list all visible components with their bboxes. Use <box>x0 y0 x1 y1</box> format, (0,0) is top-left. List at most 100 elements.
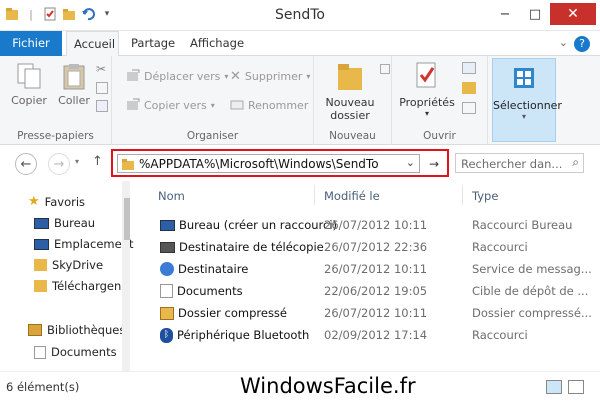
clipboard-group-label: Presse-papiers <box>17 130 94 142</box>
skydrive-icon <box>34 259 47 271</box>
move-to-label: Déplacer vers <box>144 69 221 83</box>
open-icon[interactable] <box>462 62 476 74</box>
mail-recipient-icon <box>160 262 174 276</box>
file-type: Service de messag... <box>472 262 592 276</box>
move-to-icon <box>127 69 140 81</box>
maximize-button[interactable]: □ <box>520 3 550 25</box>
sidebar-item-label: Bibliothèques <box>47 323 126 337</box>
file-type: Dossier compressé... <box>472 306 592 320</box>
minimize-button[interactable]: − <box>490 3 520 25</box>
properties-icon <box>416 62 436 88</box>
select-button[interactable]: Sélectionner ▾ <box>492 58 562 142</box>
recent-locations-icon[interactable]: ▾ <box>75 157 79 166</box>
chevron-down-icon[interactable]: ⌄ <box>406 156 415 169</box>
recent-places-icon <box>34 238 49 250</box>
copy-to-button[interactable]: Copier vers ▾ <box>126 98 215 112</box>
file-type: Raccourci <box>472 240 528 254</box>
sidebar-item-recent-places[interactable]: Emplacement <box>34 237 133 251</box>
tab-share[interactable]: Partage <box>124 31 182 56</box>
file-name: Destinataire de télécopie <box>179 240 324 254</box>
rename-button[interactable]: Renommer <box>230 98 308 112</box>
close-button[interactable]: ✕ <box>550 3 596 25</box>
copy-button[interactable]: Copier <box>8 62 50 107</box>
search-icon[interactable]: ⌕ <box>572 155 579 170</box>
copy-label: Copier <box>11 94 47 107</box>
search-input[interactable]: Rechercher dan... ⌕ <box>455 153 584 173</box>
copy-to-label: Copier vers <box>144 98 207 112</box>
move-to-button[interactable]: Déplacer vers ▾ <box>126 69 228 83</box>
tab-view[interactable]: Affichage <box>183 31 251 56</box>
properties-button[interactable]: Propriétés ▾ <box>396 60 458 118</box>
address-bar[interactable]: %APPDATA%\Microsoft\Windows\SendTo ⌄ <box>117 154 420 173</box>
fax-icon <box>160 241 175 253</box>
file-list: Nom Modifié le Type Bureau (créer un rac… <box>134 181 600 371</box>
sidebar-item-favorites[interactable]: ★ Favoris <box>28 194 85 209</box>
rename-label: Renommer <box>248 98 309 112</box>
details-view-icon[interactable] <box>546 380 562 394</box>
edit-icon[interactable] <box>462 82 476 94</box>
copy-icon <box>17 63 41 89</box>
help-icon[interactable]: ? <box>574 36 590 52</box>
copy-path-icon[interactable] <box>96 82 108 94</box>
column-header-modified[interactable]: Modifié le <box>324 189 380 203</box>
clipboard-group: Copier Coller ✂ Presse-papiers <box>0 56 112 145</box>
sidebar-item-label: Documents <box>51 345 117 359</box>
sidebar-item-documents[interactable]: Documents <box>34 345 117 359</box>
paste-button[interactable]: Coller <box>54 62 94 107</box>
paste-shortcut-icon[interactable] <box>96 100 108 112</box>
address-path[interactable]: %APPDATA%\Microsoft\Windows\SendTo <box>139 157 379 171</box>
new-item-icon[interactable] <box>380 64 390 74</box>
organize-group: Déplacer vers ▾ Copier vers ▾ ✕ Supprimer ▾… <box>112 56 314 145</box>
paste-label: Coller <box>58 94 90 107</box>
file-type: Raccourci Bureau <box>472 218 573 232</box>
libraries-icon <box>28 324 42 336</box>
tab-file[interactable]: Fichier <box>0 31 62 56</box>
new-folder-button[interactable]: Nouveau dossier <box>318 60 382 122</box>
new-folder-label-2: dossier <box>330 109 370 122</box>
delete-icon: ✕ <box>230 69 241 84</box>
rename-icon <box>230 100 244 110</box>
title-bar: | ▾ SendTo − □ ✕ <box>0 0 600 31</box>
column-header-type[interactable]: Type <box>472 189 498 203</box>
file-name: Documents <box>177 284 243 298</box>
desktop-shortcut-icon <box>160 219 175 231</box>
history-icon[interactable] <box>462 102 476 114</box>
forward-button[interactable]: → <box>48 153 70 175</box>
sidebar-item-libraries[interactable]: Bibliothèques <box>28 323 125 337</box>
column-divider[interactable] <box>462 185 463 205</box>
sidebar-item-label: SkyDrive <box>52 258 104 272</box>
sidebar-item-desktop[interactable]: Bureau <box>34 216 95 230</box>
up-button[interactable]: ↑ <box>92 154 103 169</box>
star-icon: ★ <box>28 194 40 209</box>
file-name: Périphérique Bluetooth <box>177 328 310 342</box>
back-button[interactable]: ← <box>15 153 37 175</box>
file-date: 26/07/2012 10:11 <box>324 218 428 232</box>
sidebar-item-downloads[interactable]: Téléchargen <box>34 279 121 293</box>
file-name: Destinataire <box>178 262 249 276</box>
watermark: WindowsFacile.fr <box>240 374 416 398</box>
file-type: Raccourci <box>472 328 528 342</box>
sidebar-item-skydrive[interactable]: SkyDrive <box>34 258 103 272</box>
new-folder-icon <box>338 64 362 90</box>
paste-icon <box>63 64 85 90</box>
column-divider[interactable] <box>314 185 315 205</box>
large-icons-view-icon[interactable] <box>568 380 584 394</box>
documents-icon <box>160 284 173 298</box>
new-folder-label-1: Nouveau <box>325 96 375 109</box>
file-date: 26/07/2012 10:11 <box>324 306 428 320</box>
tab-home[interactable]: Accueil <box>66 31 119 57</box>
organize-group-label: Organiser <box>186 130 239 142</box>
open-group: Propriétés ▾ Ouvrir <box>392 56 488 145</box>
desktop-icon <box>34 217 49 229</box>
column-header-name[interactable]: Nom <box>158 189 185 203</box>
zip-folder-icon <box>160 306 174 320</box>
sidebar-scrollbar-thumb[interactable] <box>124 198 130 240</box>
chevron-down-icon[interactable]: ⌄ <box>559 36 568 49</box>
sidebar-item-label: Bureau <box>54 216 96 230</box>
ribbon-tabs: Fichier Accueil Partage Affichage ⌄ ? <box>0 31 600 57</box>
new-group: Nouveau dossier Nouveau <box>314 56 392 145</box>
cut-icon[interactable]: ✂ <box>96 62 106 76</box>
delete-button[interactable]: ✕ Supprimer ▾ <box>230 69 310 84</box>
go-button[interactable]: → <box>424 154 444 173</box>
file-date: 02/09/2012 17:14 <box>324 328 428 342</box>
